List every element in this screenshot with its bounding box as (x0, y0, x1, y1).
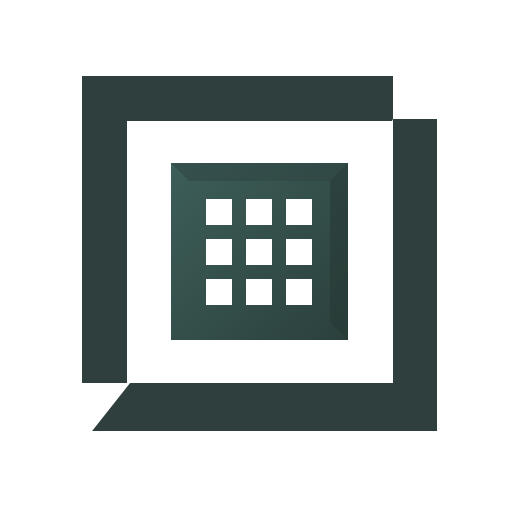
inner-square-bevel-right (330, 163, 348, 340)
grid-cell (246, 279, 272, 305)
grid-cell (246, 199, 272, 225)
grid-cell (206, 279, 232, 305)
grid-cell (246, 239, 272, 265)
inner-square-bevel-top (171, 163, 348, 181)
grid-cell (286, 279, 312, 305)
cell-grid (206, 199, 312, 305)
logo-canvas (0, 0, 512, 512)
grid-frame-logo-icon (82, 76, 437, 431)
grid-cell (286, 199, 312, 225)
grid-cell (206, 199, 232, 225)
grid-cell (206, 239, 232, 265)
grid-cell (286, 239, 312, 265)
